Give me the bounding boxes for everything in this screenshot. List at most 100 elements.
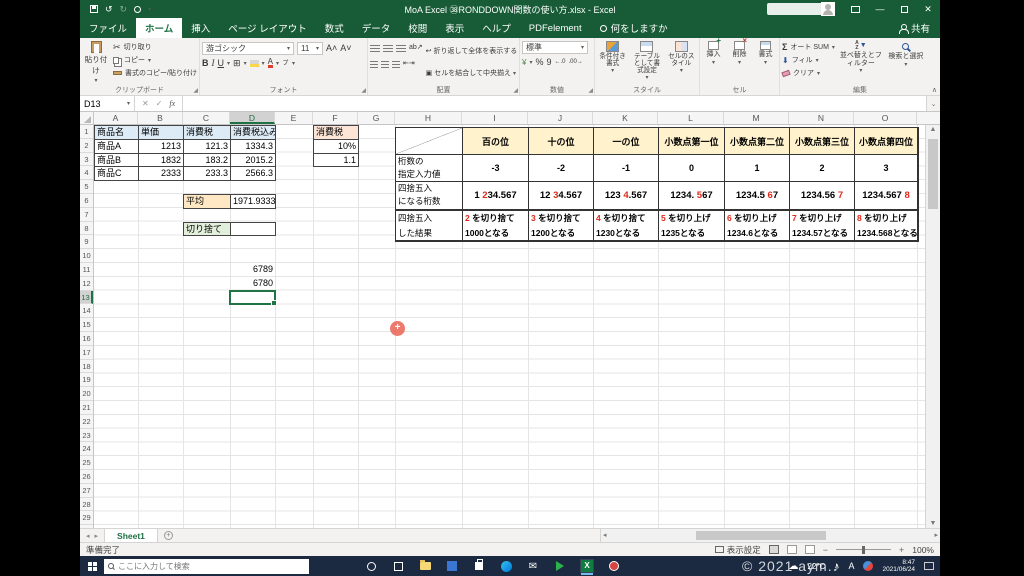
touch-mode-icon[interactable] bbox=[134, 6, 141, 13]
column-header-D[interactable]: D bbox=[230, 112, 275, 124]
row-header-14[interactable]: 14 bbox=[80, 304, 93, 318]
input-value-cell[interactable]: 0 bbox=[659, 155, 725, 182]
row-header-15[interactable]: 15 bbox=[80, 318, 93, 332]
format-cells-button[interactable]: 書式▾ bbox=[754, 41, 777, 84]
row-header-11[interactable]: 11 bbox=[80, 263, 93, 277]
digit-cell[interactable]: 1234.567 8 bbox=[855, 182, 918, 210]
row-header-17[interactable]: 17 bbox=[80, 346, 93, 360]
cell-A3[interactable]: 商品B bbox=[95, 154, 139, 168]
row-label-digit-position[interactable]: 四捨五入になる桁数 bbox=[396, 182, 463, 210]
digit-cell[interactable]: 1234.56 7 bbox=[790, 182, 855, 210]
cell-C3[interactable]: 183.2 bbox=[184, 154, 231, 168]
tell-me-box[interactable]: 何をしますか bbox=[591, 18, 677, 38]
align-left-icon[interactable] bbox=[370, 61, 378, 68]
cell-C1[interactable]: 消費税 bbox=[184, 126, 231, 140]
row-label-result[interactable]: 四捨五入した結果 bbox=[396, 210, 463, 241]
sheet-nav-left-icon[interactable]: ◂ bbox=[86, 532, 90, 540]
digits-header-tenthousandths[interactable]: 小数点第四位 bbox=[855, 128, 918, 155]
vertical-scrollbar[interactable]: ▲ ▼ bbox=[925, 125, 940, 528]
increase-decimal-icon[interactable]: ←.0 bbox=[555, 57, 566, 67]
align-right-icon[interactable] bbox=[392, 61, 400, 68]
start-button[interactable] bbox=[80, 562, 104, 571]
wrap-text-button[interactable]: ↩ 折り返して全体を表示する bbox=[426, 46, 518, 57]
cortana-icon[interactable] bbox=[364, 559, 378, 573]
cell-D1[interactable]: 消費税込み bbox=[231, 126, 276, 140]
fill-color-icon[interactable] bbox=[250, 60, 259, 67]
merge-center-button[interactable]: ▣ セルを結合して中央揃え ▾ bbox=[426, 68, 518, 79]
number-format-select[interactable]: 標準▾ bbox=[522, 41, 588, 54]
digit-cell[interactable]: 1 234.567 bbox=[463, 182, 529, 210]
row-header-5[interactable]: 5 bbox=[80, 180, 93, 194]
decrease-decimal-icon[interactable]: .00→ bbox=[569, 57, 583, 67]
column-header-H[interactable]: H bbox=[395, 112, 462, 124]
dialog-launcher-icon[interactable]: ◢ bbox=[193, 87, 198, 94]
fill-button[interactable]: ⬇フィル▾ bbox=[782, 54, 835, 66]
row-header-23[interactable]: 23 bbox=[80, 429, 93, 443]
scroll-down-icon[interactable]: ▼ bbox=[926, 520, 940, 527]
account-pill[interactable] bbox=[767, 3, 833, 15]
display-settings-button[interactable]: 表示設定 bbox=[715, 544, 761, 556]
add-sheet-icon[interactable]: + bbox=[164, 531, 173, 540]
column-header-I[interactable]: I bbox=[462, 112, 528, 124]
column-header-A[interactable]: A bbox=[94, 112, 138, 124]
grow-font-icon[interactable]: A˄ bbox=[326, 43, 337, 53]
cell-D2[interactable]: 1334.3 bbox=[231, 140, 276, 154]
undo-icon[interactable]: ↺ bbox=[105, 5, 113, 14]
borders-icon[interactable]: ⊞ bbox=[233, 58, 241, 68]
expand-formula-bar-icon[interactable]: ⌄ bbox=[926, 96, 940, 111]
row-header-6[interactable]: 6 bbox=[80, 194, 93, 208]
shrink-font-icon[interactable]: A˅ bbox=[340, 43, 351, 53]
page-layout-view-icon[interactable] bbox=[787, 545, 797, 554]
close-button[interactable]: ✕ bbox=[916, 0, 940, 18]
delete-cells-button[interactable]: 削除▾ bbox=[728, 41, 751, 84]
digits-header-tens[interactable]: 十の位 bbox=[529, 128, 594, 155]
horizontal-scrollbar[interactable]: ◂ ▸ bbox=[600, 529, 940, 542]
paste-button[interactable]: 貼り付け ▾ bbox=[82, 41, 110, 84]
search-input[interactable] bbox=[118, 562, 305, 571]
row-header-4[interactable]: 4 bbox=[80, 166, 93, 180]
font-family-select[interactable]: 游ゴシック▾ bbox=[202, 42, 294, 55]
scroll-right-icon[interactable]: ▸ bbox=[934, 531, 938, 539]
qat-customize-icon[interactable]: ▾ bbox=[148, 6, 151, 13]
dialog-launcher-icon[interactable]: ◢ bbox=[588, 87, 593, 94]
find-select-button[interactable]: 検索と選択▾ bbox=[887, 41, 925, 84]
row-header-9[interactable]: 9 bbox=[80, 235, 93, 249]
scroll-up-icon[interactable]: ▲ bbox=[926, 126, 940, 133]
row-header-26[interactable]: 26 bbox=[80, 470, 93, 484]
file-explorer-icon[interactable] bbox=[418, 559, 432, 573]
sheet-tab-sheet1[interactable]: Sheet1 bbox=[104, 529, 158, 542]
selected-cell-D13[interactable] bbox=[229, 290, 276, 306]
row-header-18[interactable]: 18 bbox=[80, 360, 93, 374]
input-value-cell[interactable]: 1 bbox=[725, 155, 790, 182]
row-header-12[interactable]: 12 bbox=[80, 277, 93, 291]
input-value-cell[interactable]: -3 bbox=[463, 155, 529, 182]
cell-styles-button[interactable]: セルのスタイル▾ bbox=[666, 41, 697, 84]
row-header-24[interactable]: 24 bbox=[80, 442, 93, 456]
mail-icon[interactable]: ✉ bbox=[526, 559, 540, 573]
cell-B4[interactable]: 2333 bbox=[139, 167, 184, 181]
input-value-cell[interactable]: -2 bbox=[529, 155, 594, 182]
share-button[interactable]: 共有 bbox=[889, 18, 940, 38]
cell-A4[interactable]: 商品C bbox=[95, 167, 139, 181]
scroll-left-icon[interactable]: ◂ bbox=[603, 531, 607, 539]
clear-button[interactable]: クリア▾ bbox=[782, 67, 835, 79]
digit-cell[interactable]: 1234. 567 bbox=[659, 182, 725, 210]
align-bottom-icon[interactable] bbox=[396, 45, 406, 52]
insert-function-icon[interactable]: fx bbox=[169, 99, 175, 108]
ime-indicator[interactable]: A bbox=[848, 561, 854, 571]
input-value-cell[interactable]: 2 bbox=[790, 155, 855, 182]
dialog-launcher-icon[interactable]: ◢ bbox=[361, 87, 366, 94]
underline-button[interactable]: U bbox=[218, 58, 225, 68]
edge-icon[interactable] bbox=[499, 559, 513, 573]
tab-review[interactable]: 校閲 bbox=[399, 18, 436, 38]
clock[interactable]: 8:47 2021/06/24 bbox=[882, 559, 915, 574]
column-header-M[interactable]: M bbox=[724, 112, 789, 124]
row-header-29[interactable]: 29 bbox=[80, 511, 93, 525]
collapse-ribbon-icon[interactable]: ∧ bbox=[932, 86, 937, 94]
formula-input[interactable] bbox=[183, 96, 926, 111]
save-icon[interactable] bbox=[90, 5, 98, 13]
column-header-G[interactable]: G bbox=[358, 112, 395, 124]
cut-button[interactable]: ✂切り取り bbox=[113, 41, 197, 53]
italic-button[interactable]: I bbox=[212, 58, 215, 68]
sort-filter-button[interactable]: AZ▼ 並べ替えとフィルター▾ bbox=[838, 41, 884, 84]
